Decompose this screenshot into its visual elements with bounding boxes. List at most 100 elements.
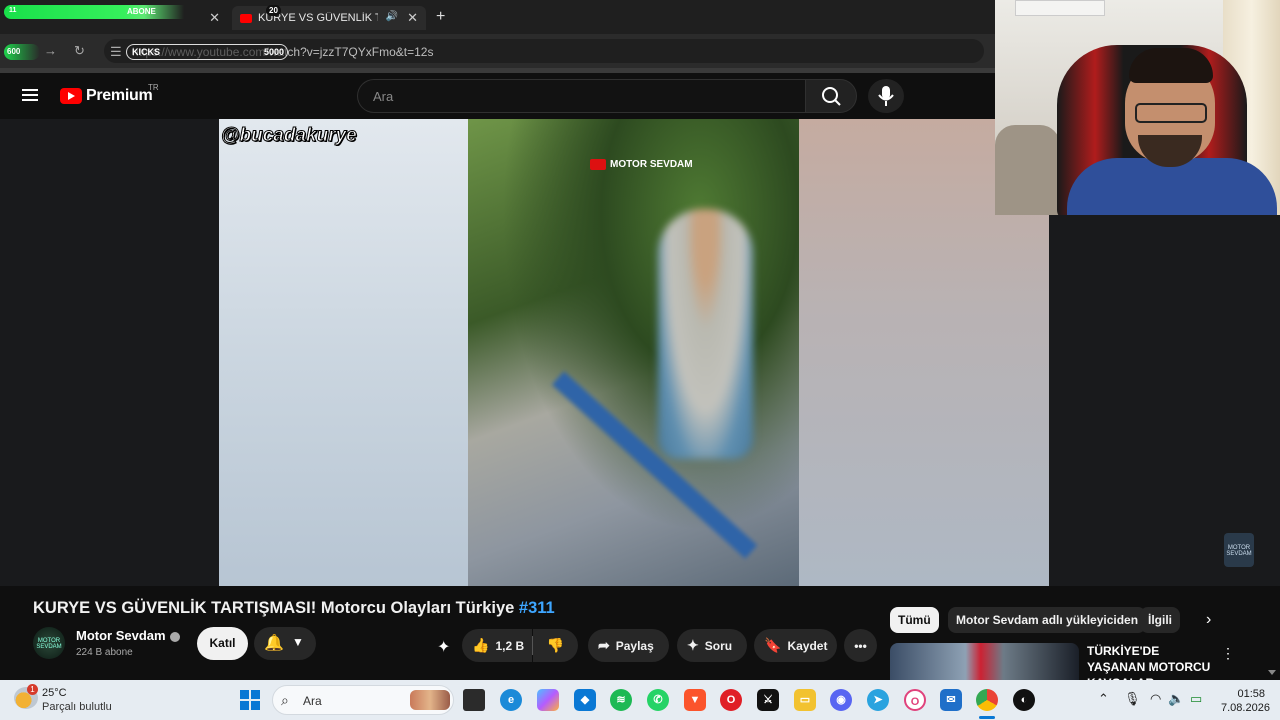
chrome-icon[interactable]: [976, 689, 998, 711]
edge-icon[interactable]: e: [500, 689, 522, 711]
channel-watermark[interactable]: MOTOR SEVDAM: [1224, 533, 1254, 567]
recommended-thumbnail[interactable]: [890, 643, 1079, 683]
youtube-play-icon: [60, 88, 82, 104]
opera-gx-icon[interactable]: O: [720, 689, 742, 711]
youtube-header: Premium TR Ara: [0, 73, 995, 119]
kicks-value: 5000: [263, 47, 284, 57]
speaker-icon[interactable]: 🔊: [386, 11, 398, 22]
chevron-up-icon[interactable]: ⌃: [1098, 691, 1109, 707]
temperature[interactable]: 25°C: [42, 687, 67, 699]
microphone-icon[interactable]: 🎙: [1124, 691, 1141, 707]
whatsapp-icon[interactable]: ✆: [647, 689, 669, 711]
chevron-down-icon: ▼: [292, 635, 304, 649]
browser-tab-bar: ✕ 11 ABONE KURYE VS GÜVENLİK TARTI 🔊 ✕ 2…: [0, 0, 995, 34]
save-button[interactable]: 🔖 Kaydet: [754, 629, 837, 662]
video-title-text: KURYE VS GÜVENLİK TARTIŞMASI! Motorcu Ol…: [33, 599, 515, 617]
dislike-button[interactable]: 👎: [533, 629, 578, 662]
search-input[interactable]: Ara: [357, 79, 805, 113]
chip-all[interactable]: Tümü: [890, 607, 939, 633]
join-button[interactable]: Katıl: [197, 627, 248, 660]
more-vert-icon[interactable]: ⋮: [1221, 645, 1235, 662]
more-actions-button[interactable]: •••: [844, 629, 877, 662]
search-icon: ⌕: [281, 692, 289, 708]
brave-icon[interactable]: ▼: [684, 689, 706, 711]
sparkle-icon[interactable]: ✦: [437, 637, 450, 657]
reload-icon[interactable]: ↻: [74, 43, 85, 59]
epic-games-icon[interactable]: ⚔: [757, 689, 779, 711]
voice-search-button[interactable]: [868, 79, 904, 113]
video-main-scene: [468, 119, 799, 586]
thumbs-down-icon: 👎: [546, 637, 565, 653]
spotify-icon[interactable]: ≋: [610, 689, 632, 711]
copilot-icon[interactable]: [537, 689, 559, 711]
chevron-right-icon[interactable]: ›: [1206, 611, 1211, 629]
channel-name[interactable]: Motor Sevdam: [76, 628, 180, 643]
channel-logo-overlay: MOTOR SEVDAM: [590, 159, 693, 170]
video-watermark: @bucadakurye: [221, 125, 358, 147]
weather-badge: 1: [27, 684, 38, 695]
close-tab-icon[interactable]: ✕: [209, 10, 220, 26]
battery-icon[interactable]: ▭: [1190, 691, 1202, 707]
verified-icon: [169, 631, 180, 642]
volume-icon[interactable]: 🔈: [1168, 691, 1184, 707]
chip-related[interactable]: İlgili: [1140, 607, 1180, 633]
overlay-label: ABONE: [127, 7, 156, 16]
notifications-button[interactable]: 🔔 ▼: [254, 627, 316, 660]
search-icon: [822, 87, 841, 106]
task-view-icon[interactable]: [463, 689, 485, 711]
clock[interactable]: 01:58 7.08.2026: [1221, 687, 1270, 715]
air-conditioner: [1015, 0, 1105, 16]
video-frame[interactable]: [219, 119, 1049, 586]
thumbs-up-icon: 👍: [472, 637, 490, 653]
telegram-icon[interactable]: ➤: [867, 689, 889, 711]
video-blur-left: [219, 119, 468, 586]
search-highlight-image: [410, 690, 450, 710]
opera-icon[interactable]: O: [904, 689, 926, 711]
new-tab-icon[interactable]: +: [436, 8, 445, 26]
forward-icon[interactable]: →: [44, 43, 57, 58]
webcam-overlay: [995, 0, 1280, 215]
discord-icon[interactable]: ◉: [830, 689, 852, 711]
like-button[interactable]: 👍 1,2 B: [462, 629, 532, 662]
channel-logo-text: MOTOR SEVDAM: [610, 159, 693, 170]
kicks-label: KICKS: [132, 47, 161, 57]
outlook-icon[interactable]: ✉: [940, 689, 962, 711]
channel-avatar[interactable]: MOTOR SEVDAM: [33, 627, 65, 659]
play-icon: [590, 159, 606, 170]
bell-icon: 🔔: [264, 635, 284, 652]
glasses: [1135, 103, 1207, 123]
ask-button[interactable]: ✦ Soru: [677, 629, 747, 662]
file-explorer-icon[interactable]: ▭: [794, 689, 816, 711]
video-left-letterbox: [0, 119, 219, 586]
search-button[interactable]: [805, 79, 857, 113]
screen: ✕ 11 ABONE KURYE VS GÜVENLİK TARTI 🔊 ✕ 2…: [0, 0, 1280, 720]
taskbar-search[interactable]: ⌕ Ara: [272, 685, 454, 715]
menu-icon[interactable]: [22, 89, 38, 101]
youtube-favicon-icon: [240, 13, 252, 23]
tab-youtube-video[interactable]: KURYE VS GÜVENLİK TARTI 🔊 ✕: [232, 6, 426, 30]
kicks-overlay: KICKS 5000: [126, 44, 288, 60]
obs-icon[interactable]: ◐: [1013, 689, 1035, 711]
chip-from-uploader[interactable]: Motor Sevdam adlı yükleyiciden: [948, 607, 1147, 633]
video-hashtag[interactable]: #311: [519, 599, 555, 617]
site-settings-icon[interactable]: ☰: [110, 44, 122, 60]
video-title: KURYE VS GÜVENLİK TARTIŞMASI! Motorcu Ol…: [33, 599, 555, 618]
subscriber-goal-overlay: 11 ABONE: [4, 5, 204, 19]
store-icon[interactable]: ◆: [574, 689, 596, 711]
start-windows-icon[interactable]: [240, 690, 260, 710]
region-label: TR: [148, 83, 159, 92]
wifi-icon[interactable]: ◠: [1150, 691, 1161, 707]
share-icon: ➦: [598, 637, 610, 653]
close-tab-icon[interactable]: ✕: [407, 10, 418, 26]
channel-name-text[interactable]: Motor Sevdam: [76, 628, 166, 643]
youtube-logo[interactable]: Premium: [60, 87, 153, 105]
scroll-down-icon[interactable]: [1268, 670, 1276, 675]
more-icon: •••: [854, 638, 867, 653]
share-button[interactable]: ➦ Paylaş: [588, 629, 669, 662]
weather-description[interactable]: Parçalı bulutlu: [42, 701, 112, 713]
counter-overlay: 600: [4, 44, 40, 60]
save-label: Kaydet: [787, 638, 828, 653]
clock-time: 01:58: [1237, 688, 1265, 700]
ask-label: Soru: [704, 638, 733, 653]
clock-date: 7.08.2026: [1221, 702, 1270, 714]
